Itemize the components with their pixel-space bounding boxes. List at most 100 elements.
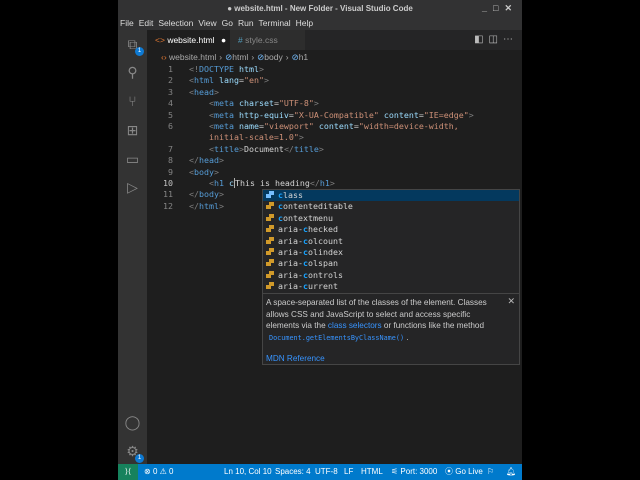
suggestion-label: class (278, 190, 303, 200)
feedback-icon[interactable]: ⚐ (487, 464, 494, 480)
suggestion-label: aria-colcount (278, 235, 343, 246)
search-icon[interactable]: ⚲ (123, 63, 142, 82)
code-line: <!DOCTYPE html> (189, 64, 264, 74)
line-number: 6 (168, 121, 173, 131)
property-icon (266, 236, 275, 245)
property-icon (266, 202, 275, 210)
breadcrumb: ‹› website.html › ⊘html › ⊘body › ⊘h1 (161, 52, 309, 62)
menu-file[interactable]: File (120, 18, 134, 28)
suggest-widget: class contenteditable contextmenu aria-chec… (262, 189, 520, 365)
suggestion-item[interactable]: aria-checked (263, 224, 519, 235)
suggestion-item[interactable]: contenteditable (263, 201, 519, 212)
suggestion-item[interactable]: aria-colindex (263, 247, 519, 258)
close-details-icon[interactable]: ✕ (507, 296, 515, 308)
run-debug-icon[interactable]: ▷ (123, 178, 142, 197)
suggestion-item[interactable]: aria-colcount (263, 236, 519, 247)
notifications-bell-icon[interactable]: 🔔︎ (506, 464, 516, 480)
source-control-icon[interactable]: ⑂ (123, 92, 142, 111)
code-line: <head> (189, 86, 219, 97)
language-mode[interactable]: HTML (361, 464, 383, 480)
go-live-label: Go Live (455, 467, 483, 476)
property-icon (266, 282, 275, 290)
property-icon (266, 225, 275, 233)
warning-icon: ⚠ (159, 467, 167, 476)
menu-help[interactable]: Help (296, 18, 313, 28)
suggestion-label: aria-colspan (278, 258, 338, 269)
code-editor[interactable]: 1 2 3 4 5 6 7 8 9 10 11 12 <!DOCTYPE html> <html la… (147, 64, 522, 464)
menu-go[interactable]: Go (222, 18, 233, 28)
suggestion-item[interactable]: aria-controls (263, 270, 519, 281)
indentation[interactable]: Spaces: 4 (275, 464, 311, 480)
suggestion-item[interactable]: class (263, 190, 519, 202)
go-live-button[interactable]: ⦿ Go Live (445, 464, 483, 480)
html-file-icon: <> (155, 35, 165, 45)
encoding[interactable]: UTF-8 (315, 464, 338, 480)
property-icon (266, 213, 275, 222)
menu-edit[interactable]: Edit (139, 18, 154, 28)
line-number: 4 (168, 98, 173, 109)
error-count: 0 (152, 467, 158, 476)
maximize-button[interactable]: □ (493, 3, 504, 13)
extensions-icon[interactable]: ⊞ (123, 121, 142, 140)
remote-indicator[interactable]: ⟩⟨ (118, 464, 138, 480)
suggestion-label: aria-current (278, 281, 338, 292)
suggestion-item[interactable]: aria-colspan (263, 258, 519, 269)
suggestion-item[interactable]: aria-current (263, 281, 519, 292)
property-icon (266, 270, 275, 279)
tab-style-css[interactable]: # style.css (230, 30, 305, 50)
split-editor-icon[interactable]: ◫ (489, 34, 503, 45)
code-line: <title>Document</title> (208, 143, 324, 154)
status-bar: ⟩⟨ ⊗ 0 ⚠ 0 Ln 10, Col 10 Spaces: 4 UTF-8… (118, 464, 522, 480)
close-button[interactable]: ✕ (504, 3, 518, 13)
explorer-icon[interactable]: ⧉ 1 (123, 35, 144, 56)
minimize-button[interactable]: _ (482, 3, 493, 13)
menu-selection[interactable]: Selection (158, 18, 193, 28)
mdn-reference-link[interactable]: MDN Reference (266, 353, 503, 365)
property-icon (266, 259, 275, 267)
open-preview-icon[interactable]: ◧ (474, 34, 488, 45)
title-bar: ● website.html - New Folder - Visual Stu… (118, 0, 522, 17)
line-number: 10 (163, 178, 173, 188)
html-file-icon: ‹› (161, 52, 167, 62)
end-of-line[interactable]: LF (344, 464, 353, 480)
breadcrumb-h1[interactable]: h1 (299, 52, 308, 62)
class-selectors-link[interactable]: class selectors (328, 321, 382, 330)
element-icon: ⊘ (291, 52, 299, 62)
suggestion-label: aria-checked (278, 224, 338, 235)
menu-view[interactable]: View (198, 18, 216, 28)
doc-text: or functions like the method (381, 321, 485, 330)
code-line: <meta name="viewport" content="width=dev… (208, 121, 459, 131)
cursor-position[interactable]: Ln 10, Col 10 (224, 464, 272, 480)
line-number: 3 (168, 86, 173, 97)
suggestion-item[interactable]: contextmenu (263, 213, 519, 224)
code-line: </body> (189, 189, 224, 200)
code-line: <meta charset="UTF-8"> (208, 98, 319, 109)
port-indicator[interactable]: ⚟ Port: 3000 (391, 464, 437, 480)
vscode-window: ● website.html - New Folder - Visual Stu… (118, 0, 522, 480)
unsaved-dot-icon[interactable]: ● (221, 35, 226, 45)
line-number: 8 (168, 155, 173, 166)
suggestion-label: aria-colindex (278, 246, 343, 257)
code-line: <html lang="en"> (189, 75, 269, 86)
more-actions-icon[interactable]: ⋯ (503, 34, 518, 45)
menu-terminal[interactable]: Terminal (259, 18, 291, 28)
window-title: ● website.html - New Folder - Visual Stu… (227, 4, 413, 13)
broadcast-icon: ⚟ (391, 467, 399, 476)
line-number: 12 (163, 200, 173, 211)
line-number: 7 (168, 143, 173, 154)
account-icon[interactable]: ◯ (123, 413, 142, 432)
property-icon (266, 247, 275, 256)
tab-website-html[interactable]: <> website.html ● (147, 30, 230, 50)
remote-explorer-icon[interactable]: ▭ (123, 150, 142, 169)
settings-gear-icon[interactable]: ⚙ 1 (123, 442, 144, 463)
breadcrumb-html[interactable]: html (232, 52, 248, 62)
breadcrumb-body[interactable]: body (264, 52, 282, 62)
tab-label: website.html (167, 35, 215, 45)
settings-badge: 1 (135, 454, 144, 463)
breadcrumb-file[interactable]: website.html (169, 52, 216, 62)
menu-run[interactable]: Run (238, 18, 254, 28)
line-number (147, 132, 173, 143)
problems-indicator[interactable]: ⊗ 0 ⚠ 0 (144, 464, 173, 480)
doc-text: . (404, 332, 409, 342)
property-icon (266, 191, 275, 199)
